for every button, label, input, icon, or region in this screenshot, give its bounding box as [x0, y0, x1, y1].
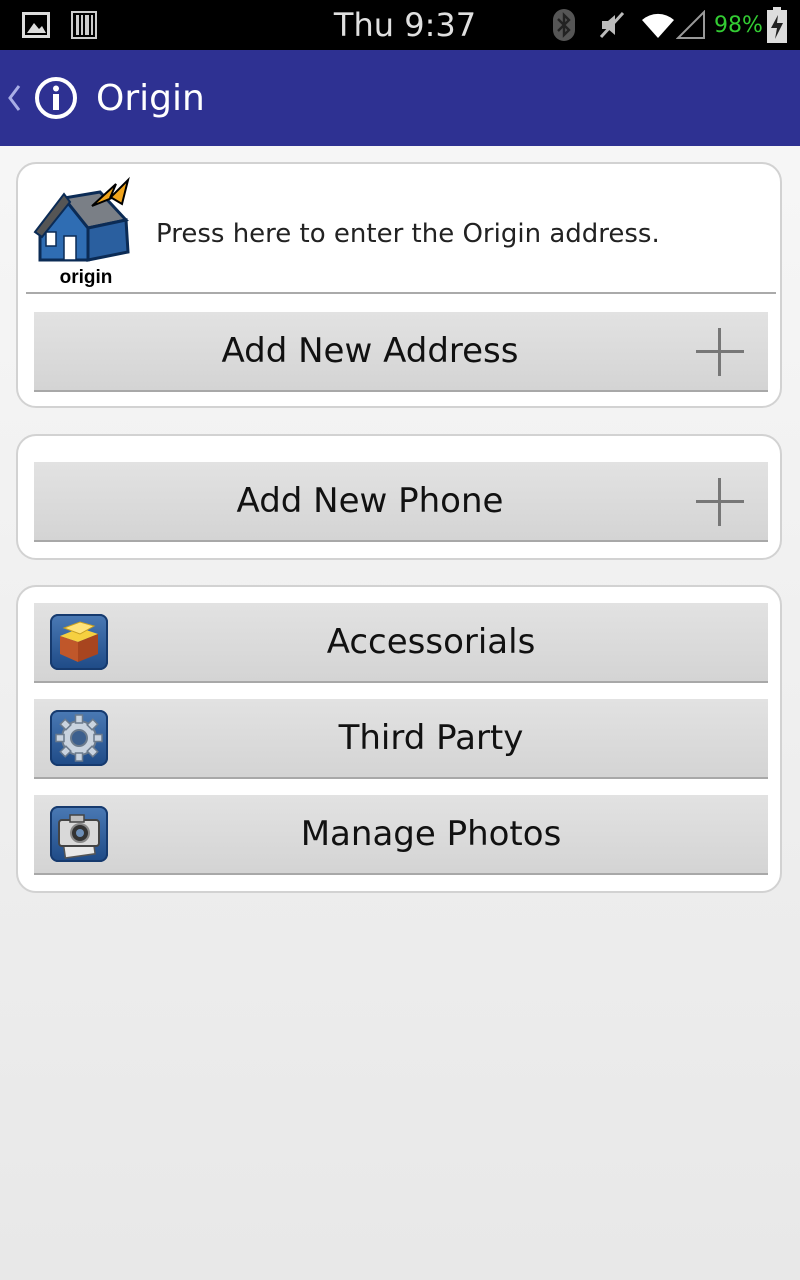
plus-icon	[696, 328, 744, 376]
info-icon[interactable]	[34, 76, 78, 120]
add-new-address-button[interactable]: Add New Address	[34, 312, 768, 392]
phone-card: Add New Phone	[16, 434, 782, 560]
add-new-address-label: Add New Address	[221, 331, 519, 371]
clock: Thu 9:37	[333, 6, 477, 44]
manage-photos-label: Manage Photos	[300, 814, 562, 854]
add-new-phone-button[interactable]: Add New Phone	[34, 462, 768, 542]
manage-photos-button[interactable]: Manage Photos	[34, 795, 768, 875]
third-party-label: Third Party	[338, 718, 524, 758]
barcode-notification-icon	[70, 10, 98, 40]
back-chevron-icon[interactable]	[6, 50, 22, 146]
add-new-phone-label: Add New Phone	[236, 481, 504, 521]
origin-prompt-text: Press here to enter the Origin address.	[156, 219, 660, 249]
bluetooth-icon	[552, 8, 576, 42]
address-card: origin Press here to enter the Origin ad…	[16, 162, 782, 408]
divider	[26, 292, 776, 294]
image-notification-icon	[22, 12, 50, 38]
origin-address-row[interactable]: origin Press here to enter the Origin ad…	[18, 164, 780, 292]
battery-charging-icon	[766, 6, 788, 44]
actions-card: Accessorials Third Party Manage Photos	[16, 585, 782, 893]
accessorials-label: Accessorials	[326, 622, 536, 662]
battery-percent: 98%	[714, 12, 763, 38]
plus-icon	[696, 478, 744, 526]
wifi-icon	[640, 10, 676, 40]
action-bar: Origin	[0, 50, 800, 146]
third-party-button[interactable]: Third Party	[34, 699, 768, 779]
accessorials-button[interactable]: Accessorials	[34, 603, 768, 683]
origin-logo-text: origin	[60, 267, 113, 288]
mute-icon	[598, 10, 626, 40]
origin-house-icon: origin	[30, 176, 142, 288]
page-title: Origin	[96, 77, 205, 119]
signal-icon	[676, 10, 706, 40]
status-bar: Thu 9:37 98%	[0, 0, 800, 50]
